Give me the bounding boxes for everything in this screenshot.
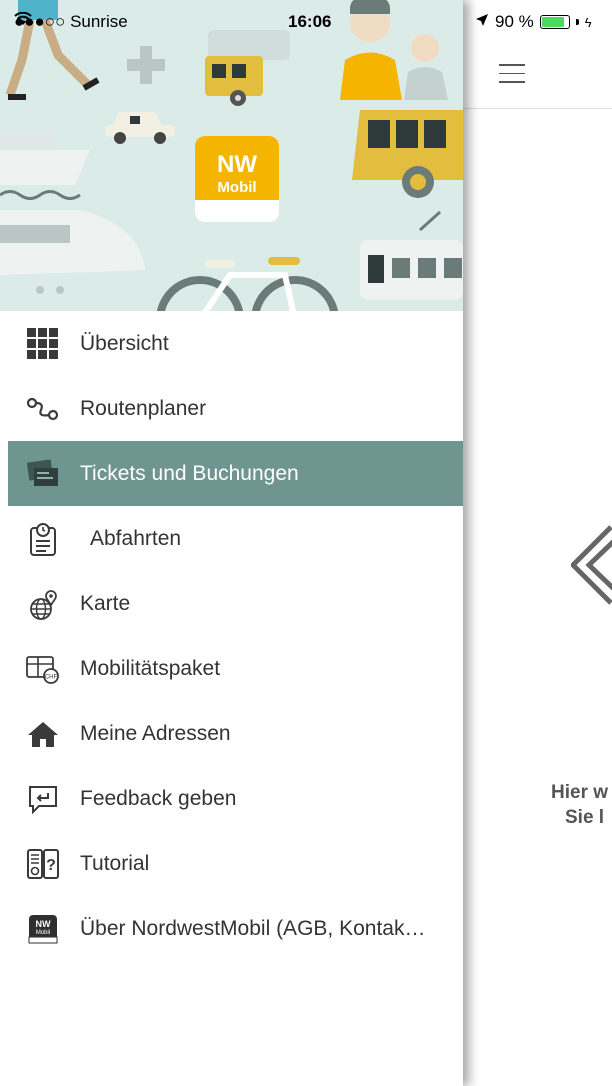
bus-illustration — [352, 110, 463, 198]
menu-item-abfahrten[interactable]: Abfahrten — [0, 506, 463, 571]
navbar-divider — [463, 108, 612, 109]
bicycle-illustration — [156, 257, 339, 311]
battery-icon — [539, 15, 570, 29]
menu-item-tutorial[interactable]: ? Tutorial — [0, 831, 463, 896]
menu-item-tickets[interactable]: Tickets und Buchungen — [8, 441, 463, 506]
feedback-icon — [26, 782, 60, 816]
home-icon — [26, 717, 60, 751]
plus-illustration — [127, 46, 165, 84]
charging-icon: ϟ — [584, 14, 592, 30]
drawer-header: ●●●○○ Sunrise 16:06 NW Mobil — [0, 0, 463, 311]
tickets-icon — [26, 457, 60, 491]
main-screen: 90 % ϟ Hier w Sie l — [463, 0, 612, 1086]
status-bar-left: ●●●○○ Sunrise — [14, 12, 132, 32]
menu-item-karte[interactable]: Karte — [0, 571, 463, 636]
camper-illustration — [205, 30, 290, 106]
empty-state-text: Hier w Sie l — [551, 782, 609, 828]
menu-item-label: Tickets und Buchungen — [80, 461, 299, 485]
nw-mobil-icon: NW Mobil — [26, 912, 60, 946]
tutorial-icon: ? — [26, 847, 60, 881]
menu-item-label: Tutorial — [80, 851, 150, 875]
menu-item-label: Über NordwestMobil (AGB, Kontak… — [80, 916, 426, 940]
status-bar-right: 90 % ϟ — [475, 12, 592, 32]
svg-text:NW: NW — [217, 151, 257, 178]
hamburger-menu-icon[interactable] — [499, 64, 525, 86]
train-illustration — [0, 210, 145, 294]
grid-icon — [26, 327, 60, 361]
nw-mobil-logo: NW Mobil — [195, 136, 279, 222]
menu-item-ueber-nordwestmobil[interactable]: NW Mobil Über NordwestMobil (AGB, Kontak… — [0, 896, 463, 961]
clipboard-clock-icon — [26, 522, 60, 556]
drawer-menu: Übersicht Routenplaner Tickets und Buchu… — [0, 311, 463, 961]
menu-item-label: Übersicht — [80, 331, 169, 355]
location-arrow-icon — [475, 12, 489, 32]
svg-text:Mobil: Mobil — [217, 179, 256, 196]
svg-text:NW: NW — [36, 919, 51, 929]
menu-item-label: Abfahrten — [90, 526, 182, 550]
battery-percent: 90 % — [495, 12, 534, 31]
navigation-drawer: ●●●○○ Sunrise 16:06 NW Mobil Übersicht R… — [0, 0, 463, 1086]
svg-text:Mobil: Mobil — [36, 930, 50, 936]
menu-item-label: Karte — [80, 591, 131, 615]
svg-text:CHF: CHF — [45, 674, 58, 680]
menu-item-routenplaner[interactable]: Routenplaner — [0, 376, 463, 441]
svg-text:?: ? — [46, 857, 56, 874]
tram-illustration — [360, 210, 463, 300]
menu-item-label: Routenplaner — [80, 396, 207, 420]
nw-chevron-logo-icon — [569, 525, 612, 610]
mobility-package-icon: CHF — [26, 652, 60, 686]
menu-item-label: Mobilitätspaket — [80, 656, 221, 680]
route-icon — [26, 392, 60, 426]
menu-item-label: Meine Adressen — [80, 721, 231, 745]
menu-item-meine-adressen[interactable]: Meine Adressen — [0, 701, 463, 766]
transport-illustration: NW Mobil — [0, 0, 463, 311]
menu-item-mobilitaetspaket[interactable]: CHF Mobilitätspaket — [0, 636, 463, 701]
car-illustration — [105, 112, 175, 144]
menu-item-uebersicht[interactable]: Übersicht — [0, 311, 463, 376]
menu-item-label: Feedback geben — [80, 786, 237, 810]
status-time: 16:06 — [288, 12, 332, 31]
ship-illustration — [0, 132, 90, 200]
menu-item-feedback[interactable]: Feedback geben — [0, 766, 463, 831]
globe-pin-icon — [26, 587, 60, 621]
people-illustration — [340, 0, 448, 100]
